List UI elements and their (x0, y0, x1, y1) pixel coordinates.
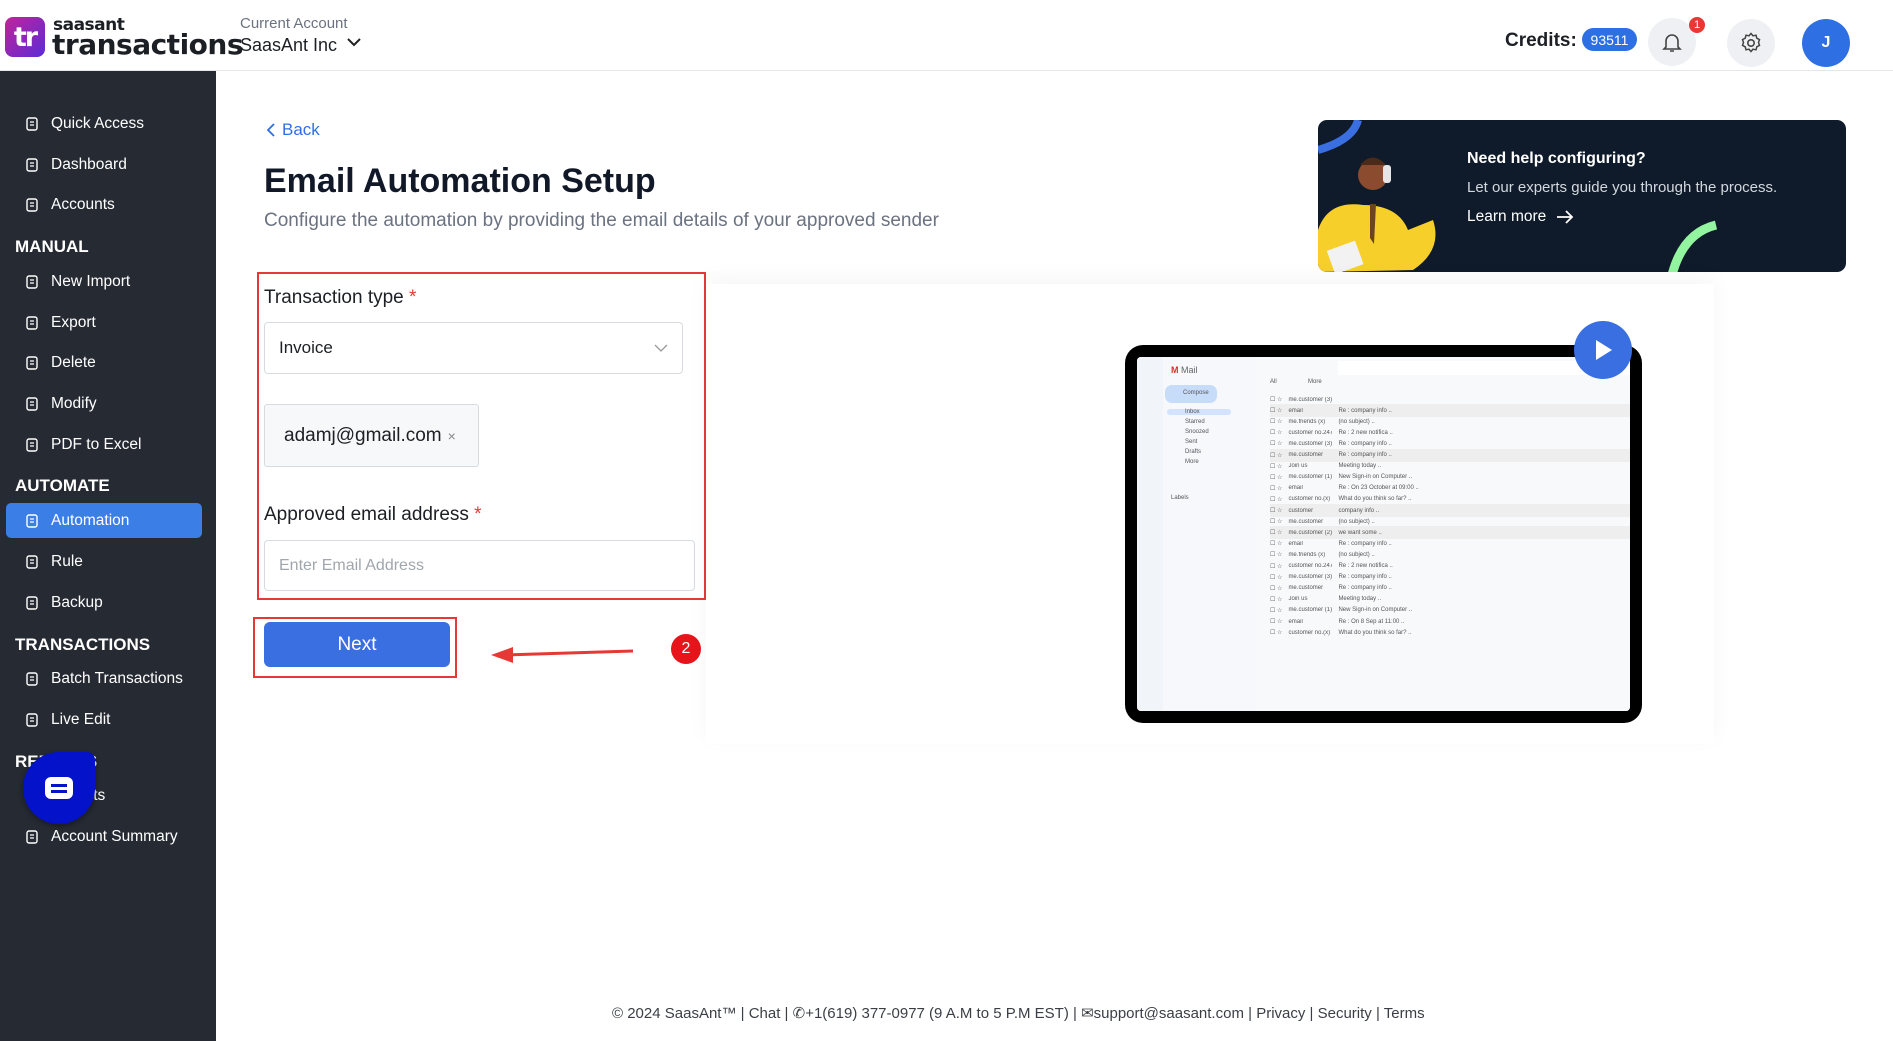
play-button[interactable] (1574, 321, 1632, 379)
footer-chat-link[interactable]: Chat (749, 1005, 781, 1022)
clipboard-icon (26, 197, 38, 212)
footer: © 2024 SaasAnt™ | Chat | ✆+1(619) 377-09… (612, 1005, 1425, 1022)
chevron-left-icon (266, 123, 275, 137)
decorative-arc (1668, 220, 1718, 272)
arrow-right-icon (1557, 210, 1574, 224)
clipboard-icon (26, 671, 38, 686)
export-icon (26, 315, 38, 330)
mail-folder: Drafts (1185, 449, 1202, 455)
home-icon (26, 157, 38, 172)
chip-remove-icon[interactable]: × (448, 428, 456, 444)
top-header: tr saasant transactions Current Account … (0, 0, 1893, 71)
sidebar-item-new-import[interactable]: New Import (6, 264, 202, 299)
credits-badge: 93511 (1582, 28, 1637, 51)
footer-security-link[interactable]: Security (1318, 1005, 1372, 1022)
sidebar-item-modify[interactable]: Modify (6, 386, 202, 421)
footer-phone: +1(619) 377-0977 (9 A.M to 5 P.M EST) (805, 1005, 1069, 1022)
email-chip: adamj@gmail.com × (264, 404, 479, 467)
annotation-arrow-2 (491, 647, 634, 663)
footer-email-link[interactable]: support@saasant.com (1094, 1005, 1244, 1022)
settings-button[interactable] (1727, 19, 1775, 67)
sidebar-item-batch-transactions[interactable]: Batch Transactions (6, 661, 202, 696)
sidebar-item-export[interactable]: Export (6, 305, 202, 340)
section-heading-manual: MANUAL (15, 237, 89, 256)
sidebar-item-accounts[interactable]: Accounts (6, 187, 202, 222)
avatar[interactable]: J (1802, 19, 1850, 67)
support-agent-illustration (1318, 120, 1436, 272)
trash-icon (26, 355, 38, 370)
sidebar-item-automation[interactable]: Automation (6, 503, 202, 538)
mail-folder: More (1185, 459, 1199, 465)
chat-icon (45, 777, 73, 799)
logo-text: transactions (52, 28, 244, 61)
backup-icon (26, 595, 38, 610)
mail-folder: Sent (1185, 439, 1198, 445)
clipboard-icon (26, 829, 38, 844)
phone-icon: ✆ (792, 1005, 806, 1022)
footer-terms-link[interactable]: Terms (1384, 1005, 1425, 1022)
sidebar-item-dashboard[interactable]: Dashboard (6, 147, 202, 182)
transaction-type-label: Transaction type * (264, 287, 417, 308)
section-heading-automate: AUTOMATE (15, 476, 110, 495)
gear-icon (1741, 32, 1761, 53)
learn-more-link[interactable]: Learn more (1467, 208, 1574, 226)
help-banner: Need help configuring? Let our experts g… (1318, 120, 1846, 272)
next-button[interactable]: Next (264, 622, 450, 667)
section-heading-transactions: TRANSACTIONS (15, 635, 151, 654)
chevron-down-icon[interactable] (346, 34, 362, 50)
copyright: © 2024 SaasAnt™ (612, 1005, 737, 1022)
sidebar-item-quick-access[interactable]: Quick Access (6, 106, 202, 141)
mail-folder: Starred (1185, 419, 1205, 425)
chat-widget-button[interactable] (23, 752, 95, 824)
notification-badge: 1 (1689, 17, 1705, 33)
sidebar-item-pdf-to-excel[interactable]: PDF to Excel (6, 427, 202, 462)
transaction-type-select[interactable]: Invoice (264, 322, 683, 374)
help-banner-title: Need help configuring? (1467, 150, 1646, 167)
mail-folder: Inbox (1167, 409, 1231, 415)
approved-email-label: Approved email address * (264, 504, 482, 525)
video-preview-thumbnail[interactable]: M Mail Compose Inbox Starred Snoozed Sent Dr… (1125, 345, 1642, 723)
sidebar-item-account-summary[interactable]: Account Summary (6, 819, 202, 854)
sidebar-item-rule[interactable]: Rule (6, 544, 202, 579)
mail-logo: M Mail (1171, 365, 1198, 375)
share-nodes-icon (26, 513, 38, 528)
mail-row: ☐ ☆ customer no.(x) What do you think so f… (1270, 629, 1412, 637)
account-selector[interactable]: SaasAnt Inc (240, 35, 337, 56)
annotation-marker-2: 2 (671, 634, 701, 664)
page-subtitle: Configure the automation by providing th… (264, 210, 939, 231)
approved-email-input[interactable] (264, 540, 695, 591)
logo-mark: tr (5, 17, 45, 57)
sidebar-item-delete[interactable]: Delete (6, 345, 202, 380)
help-banner-subtitle: Let our experts guide you through the pr… (1467, 179, 1778, 196)
chevron-down-icon (654, 344, 668, 352)
live-edit-icon (26, 712, 38, 727)
current-account-label: Current Account (240, 15, 348, 32)
import-icon (26, 274, 38, 289)
rule-icon (26, 554, 38, 569)
target-icon (26, 116, 38, 131)
page-title: Email Automation Setup (264, 162, 656, 200)
credits-label: Credits: (1505, 30, 1577, 51)
mail-icon: ✉ (1081, 1005, 1094, 1022)
pdf-icon (26, 437, 38, 452)
play-icon (1596, 340, 1612, 360)
sidebar-item-backup[interactable]: Backup (6, 585, 202, 620)
back-link[interactable]: Back (266, 120, 320, 140)
sidebar-item-live-edit[interactable]: Live Edit (6, 702, 202, 737)
edit-file-icon (26, 396, 38, 411)
mail-folder: Snoozed (1185, 429, 1209, 435)
footer-privacy-link[interactable]: Privacy (1256, 1005, 1305, 1022)
bell-icon (1662, 34, 1682, 52)
